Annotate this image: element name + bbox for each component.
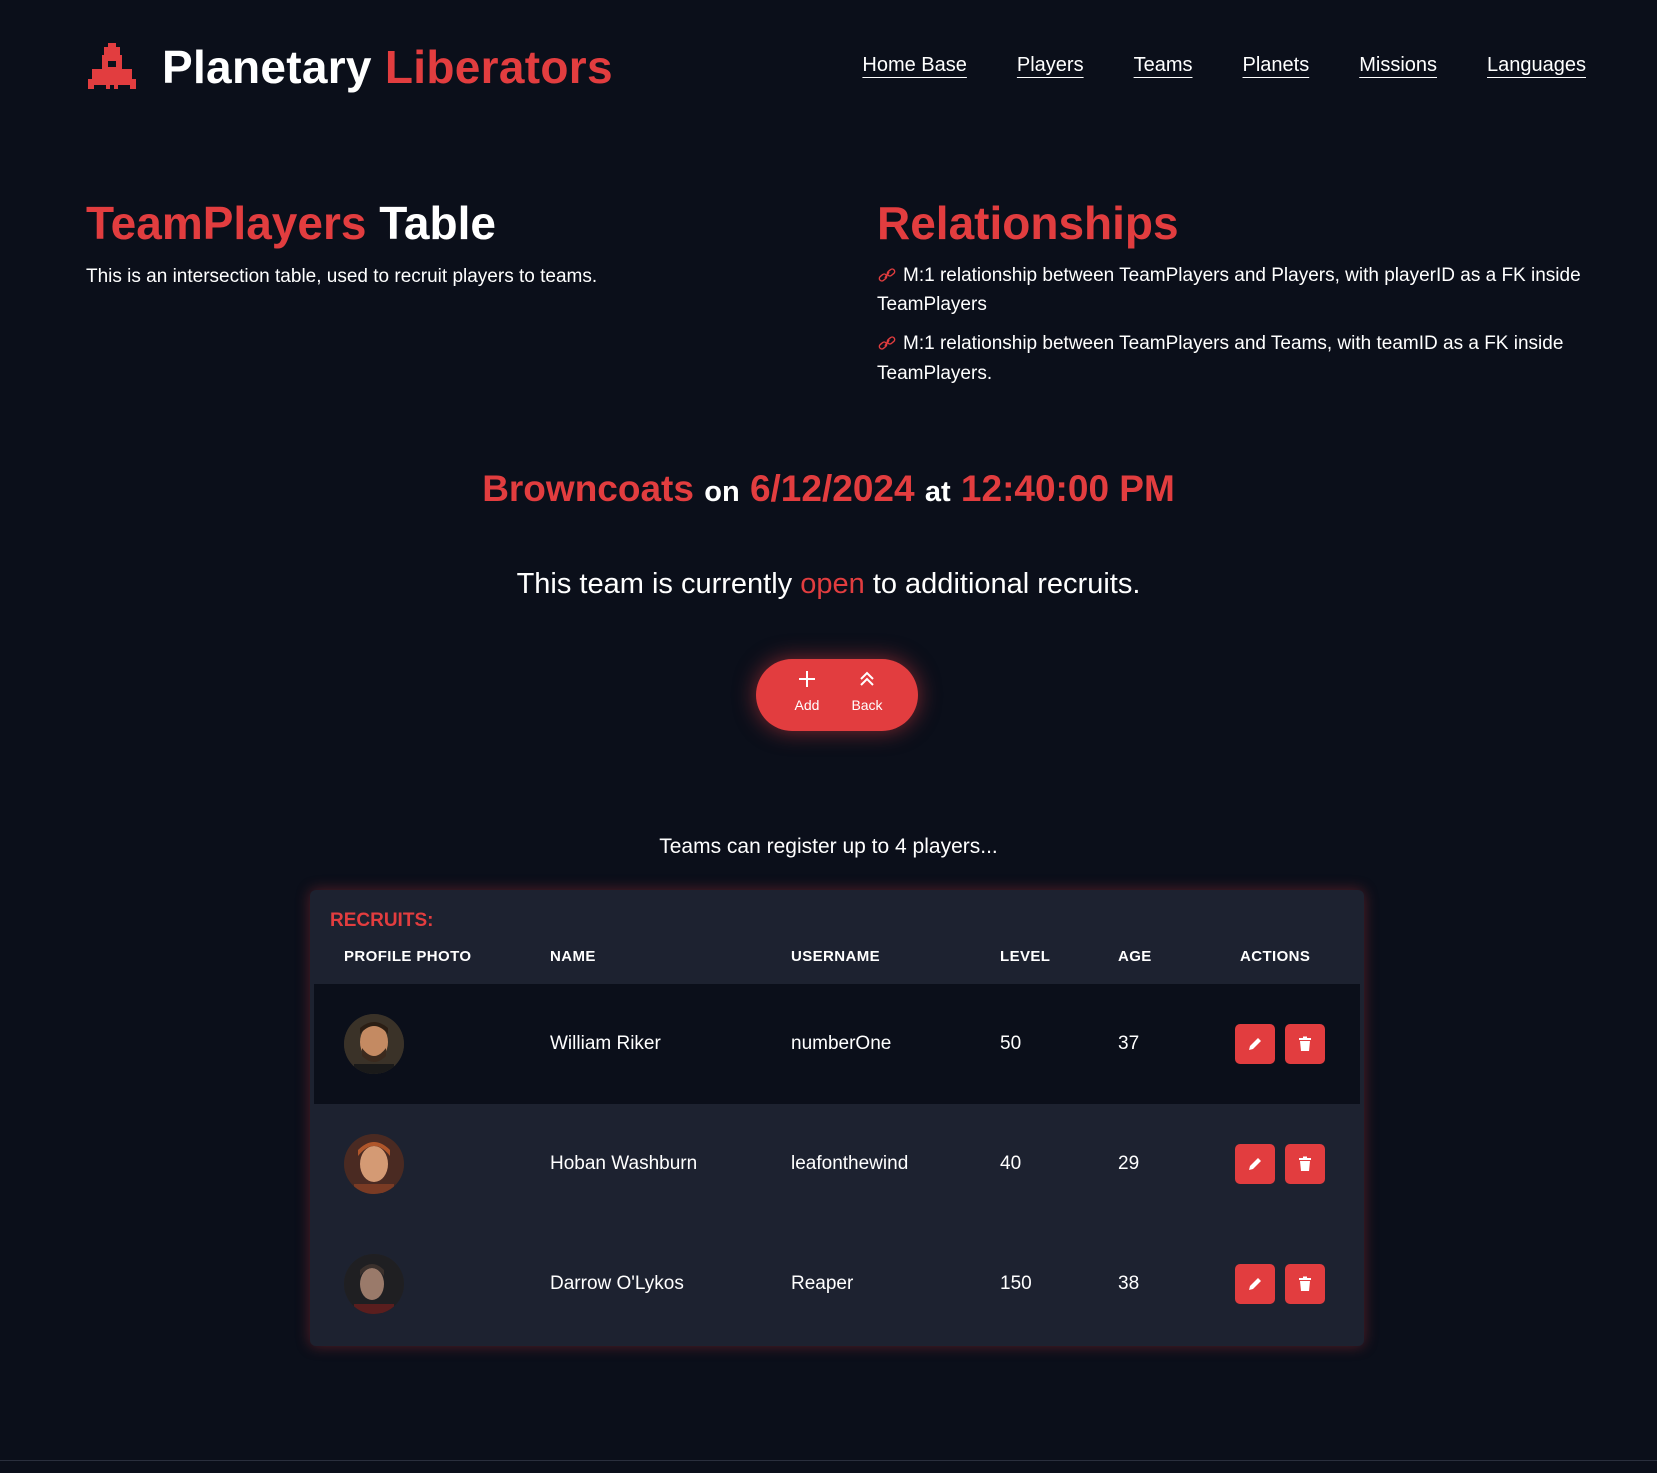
brand-word-2: Liberators (384, 41, 613, 93)
avatar (344, 1014, 404, 1074)
table-header: PROFILE PHOTO NAME USERNAME LEVEL AGE AC… (310, 948, 1364, 978)
team-limit-note: Teams can register up to 4 players... (659, 835, 998, 858)
column-header-level: LEVEL (1000, 948, 1051, 965)
status-after: to additional recruits. (872, 568, 1141, 600)
nav-link-missions[interactable]: Missions (1359, 54, 1437, 77)
team-status: This team is currently open to additiona… (0, 568, 1657, 601)
add-label: Add (794, 697, 820, 713)
delete-button[interactable] (1285, 1024, 1325, 1064)
column-header-actions: ACTIONS (1240, 948, 1311, 965)
column-header-profile-photo: PROFILE PHOTO (344, 948, 472, 965)
player-age: 38 (1118, 1273, 1140, 1294)
table-row: William Riker numberOne 50 37 (314, 984, 1360, 1104)
player-level: 40 (1000, 1153, 1022, 1174)
nav-link-planets[interactable]: Planets (1243, 54, 1310, 77)
table-description: This is an intersection table, used to r… (86, 265, 598, 287)
page-divider (0, 1460, 1657, 1461)
table-info: TeamPlayers Table This is an intersectio… (86, 198, 786, 291)
player-age: 37 (1118, 1033, 1140, 1054)
avatar (344, 1254, 404, 1314)
relationship-text: M:1 relationship between TeamPlayers and… (877, 333, 1564, 384)
status-before: This team is currently (516, 568, 793, 600)
row-actions (1235, 1264, 1325, 1304)
nav-link-languages[interactable]: Languages (1487, 54, 1586, 77)
rocket-icon (88, 43, 136, 89)
table-body: William Riker numberOne 50 37 Hoban Wash… (314, 984, 1360, 1344)
page-title-accent: TeamPlayers (86, 197, 367, 249)
recruits-table: RECRUITS: PROFILE PHOTO NAME USERNAME LE… (310, 890, 1364, 1346)
delete-button[interactable] (1285, 1264, 1325, 1304)
player-username: Reaper (791, 1273, 854, 1294)
plus-icon (799, 671, 815, 687)
team-name: Browncoats (482, 468, 694, 509)
column-header-age: AGE (1118, 948, 1152, 965)
main-nav: Home Base Players Teams Planets Missions… (862, 54, 1586, 77)
table-row: Hoban Washburn leafonthewind 40 29 (314, 1104, 1360, 1224)
avatar (344, 1134, 404, 1194)
trash-icon (1299, 1156, 1311, 1171)
page-title: TeamPlayers Table (86, 198, 786, 249)
relationship-item: M:1 relationship between TeamPlayers and… (877, 329, 1597, 388)
recruits-title: RECRUITS: (330, 910, 434, 931)
column-header-name: NAME (550, 948, 596, 965)
headline-on: on (704, 476, 740, 508)
trash-icon (1299, 1036, 1311, 1051)
nav-link-players[interactable]: Players (1017, 54, 1084, 77)
link-icon (878, 267, 896, 282)
edit-button[interactable] (1235, 1144, 1275, 1184)
player-name: Hoban Washburn (550, 1153, 698, 1174)
team-date: 6/12/2024 (749, 468, 915, 509)
delete-button[interactable] (1285, 1144, 1325, 1184)
team-headline: Browncoats on 6/12/2024 at 12:40:00 PM (0, 468, 1657, 510)
profile-photo-darrow-olykos (344, 1254, 404, 1314)
row-actions (1235, 1024, 1325, 1064)
nav-link-home-base[interactable]: Home Base (862, 54, 967, 77)
add-button[interactable]: Add (784, 667, 830, 731)
player-level: 150 (1000, 1273, 1032, 1294)
table-row: Darrow O'Lykos Reaper 150 38 (314, 1224, 1360, 1344)
player-age: 29 (1118, 1153, 1140, 1174)
site-header: Planetary Liberators Home Base Players T… (86, 40, 1586, 104)
relationship-item: M:1 relationship between TeamPlayers and… (877, 261, 1597, 320)
profile-photo-william-riker (344, 1014, 404, 1074)
link-icon (878, 336, 896, 351)
pencil-icon (1249, 1278, 1261, 1290)
team-time: 12:40:00 PM (960, 468, 1175, 509)
headline-at: at (924, 476, 951, 508)
player-username: numberOne (791, 1033, 892, 1054)
profile-photo-hoban-washburn (344, 1134, 404, 1194)
brand-name: Planetary Liberators (162, 40, 613, 94)
player-name: Darrow O'Lykos (550, 1273, 684, 1294)
edit-button[interactable] (1235, 1264, 1275, 1304)
edit-button[interactable] (1235, 1024, 1275, 1064)
relationships-info: Relationships M:1 relationship between T… (877, 198, 1597, 388)
back-label: Back (851, 697, 883, 713)
pencil-icon (1249, 1038, 1261, 1050)
back-button[interactable]: Back (844, 667, 890, 731)
player-name: William Riker (550, 1033, 661, 1054)
nav-link-teams[interactable]: Teams (1134, 54, 1193, 77)
row-actions (1235, 1144, 1325, 1184)
pencil-icon (1249, 1158, 1261, 1170)
brand-word-1: Planetary (162, 41, 372, 93)
double-chevron-up-icon (860, 671, 874, 686)
page-title-rest: Table (379, 197, 496, 249)
column-header-username: USERNAME (791, 948, 881, 965)
status-state: open (800, 568, 865, 600)
relationship-text: M:1 relationship between TeamPlayers and… (877, 264, 1581, 316)
action-pill: Add Back (756, 659, 918, 731)
player-level: 50 (1000, 1033, 1022, 1054)
brand-logo[interactable]: Planetary Liberators (86, 40, 613, 94)
trash-icon (1299, 1276, 1311, 1291)
relationships-title: Relationships (877, 197, 1179, 249)
player-username: leafonthewind (791, 1153, 909, 1174)
